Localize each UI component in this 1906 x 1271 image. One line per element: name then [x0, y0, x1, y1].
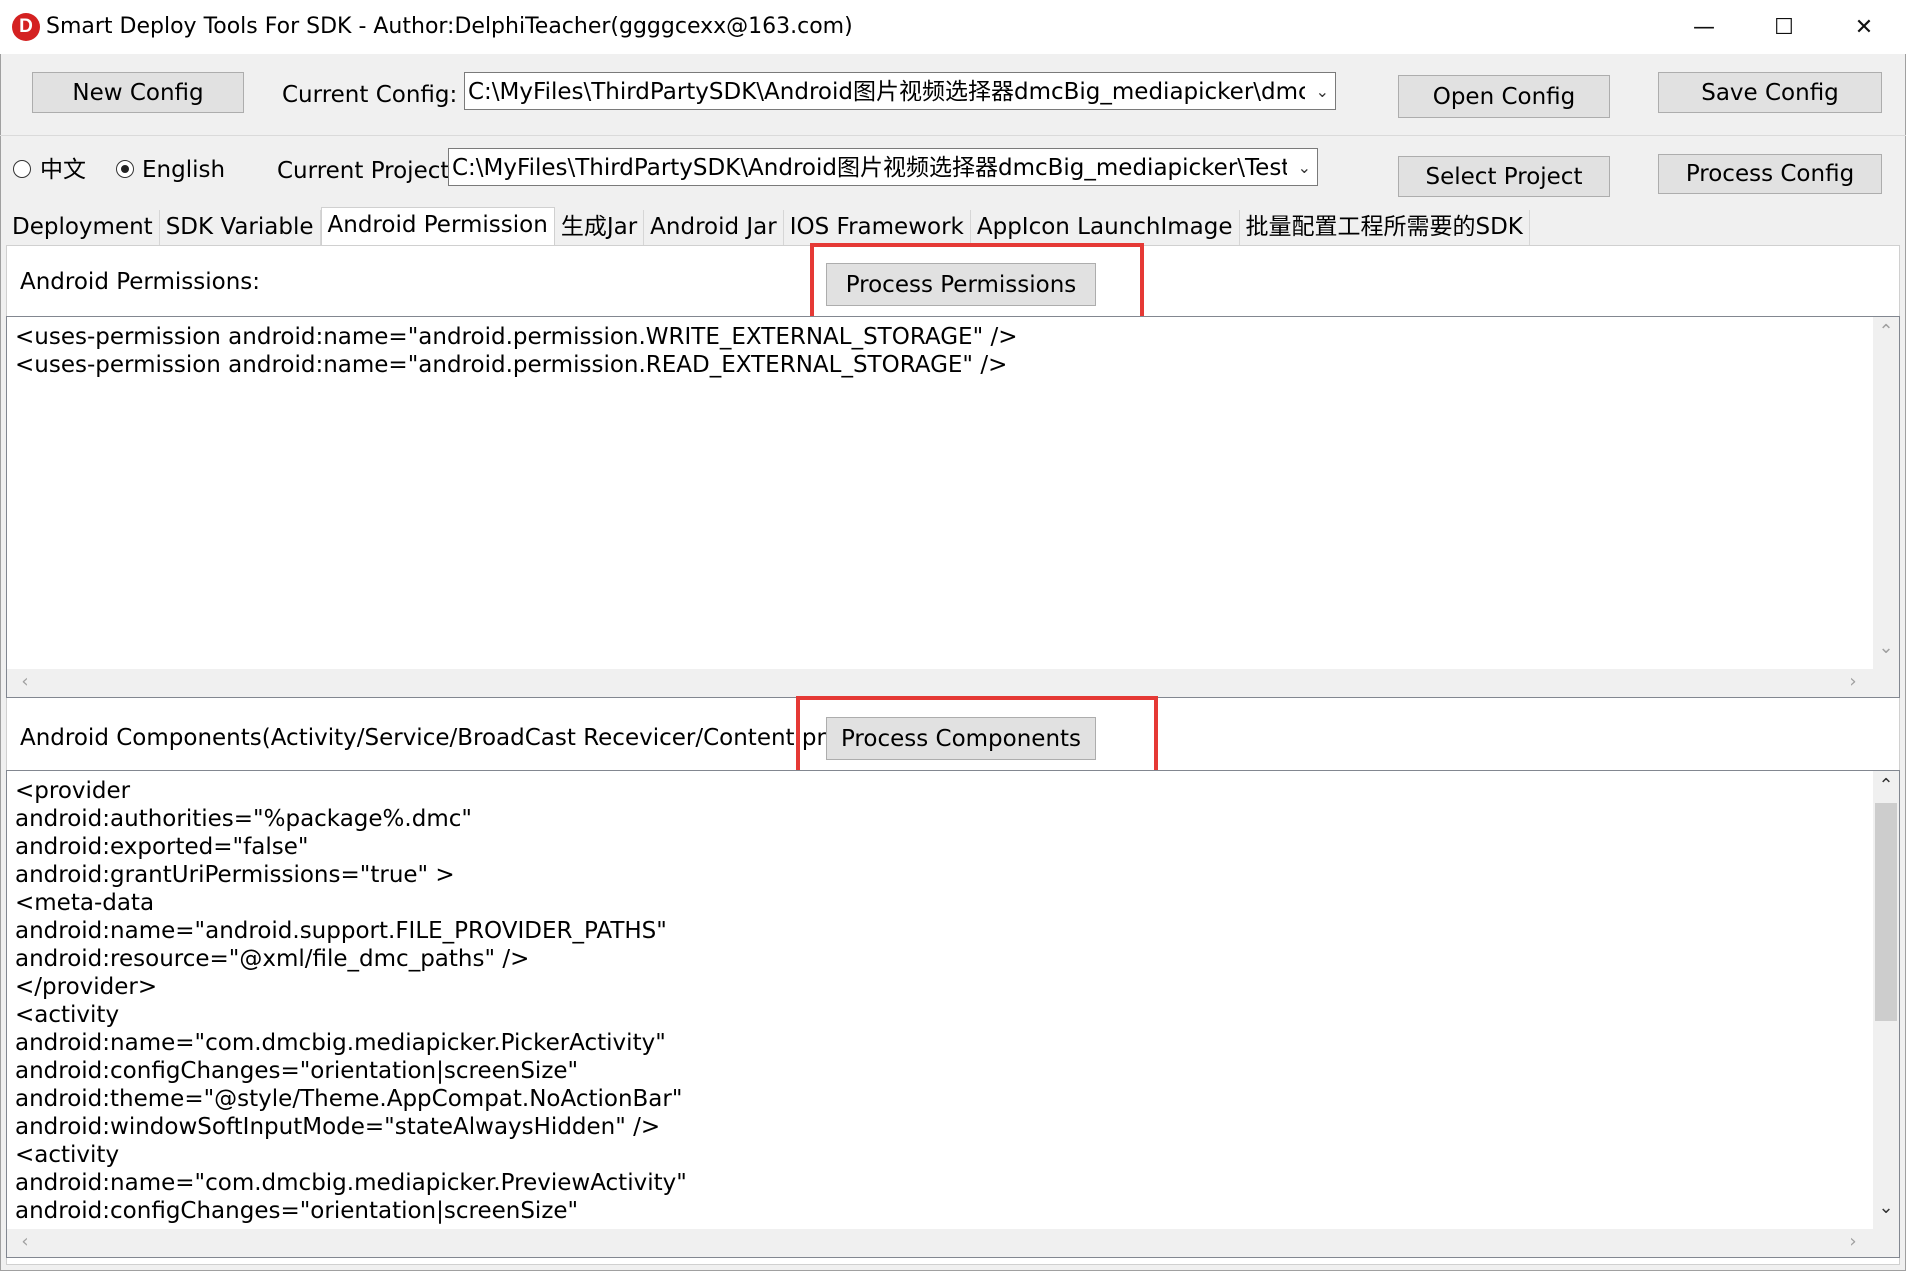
open-config-button[interactable]: Open Config — [1398, 75, 1610, 118]
components-label: Android Components(Activity/Service/Broa… — [20, 725, 907, 751]
tab-appicon-launchimage[interactable]: AppIcon LaunchImage — [971, 210, 1240, 245]
components-text: <provider android:authorities="%package%… — [15, 778, 687, 1224]
vertical-scrollbar[interactable]: ⌃ ⌄ — [1873, 771, 1899, 1229]
radio-chinese-label: 中文 — [40, 157, 86, 183]
scroll-left-icon[interactable]: ‹ — [13, 1231, 37, 1252]
scroll-up-icon[interactable]: ⌃ — [1874, 775, 1898, 796]
permissions-label: Android Permissions: — [20, 269, 261, 295]
tab-deployment[interactable]: Deployment — [6, 210, 160, 245]
save-config-button[interactable]: Save Config — [1658, 72, 1882, 113]
current-project-label: Current Project: — [277, 158, 458, 184]
tab-generate-jar[interactable]: 生成Jar — [555, 210, 645, 245]
horizontal-scrollbar[interactable]: ‹ › — [7, 669, 1899, 697]
new-config-button[interactable]: New Config — [32, 72, 244, 113]
process-config-button[interactable]: Process Config — [1658, 154, 1882, 194]
close-button[interactable]: ✕ — [1824, 0, 1904, 54]
window-title: Smart Deploy Tools For SDK - Author:Delp… — [46, 14, 853, 39]
highlight-box — [796, 696, 1158, 777]
scroll-up-icon[interactable]: ⌃ — [1874, 321, 1898, 342]
maximize-icon: ☐ — [1774, 14, 1794, 40]
tab-ios-framework[interactable]: IOS Framework — [784, 210, 971, 245]
tab-sdk-variable[interactable]: SDK Variable — [160, 210, 321, 245]
current-config-combo[interactable]: C:\MyFiles\ThirdPartySDK\Android图片视频选择器d… — [464, 72, 1336, 110]
scroll-right-icon[interactable]: › — [1841, 1231, 1865, 1252]
radio-english-label: English — [142, 157, 226, 183]
chevron-down-icon: ⌄ — [1297, 158, 1311, 177]
horizontal-scrollbar[interactable]: ‹ › — [7, 1229, 1899, 1257]
current-config-value: C:\MyFiles\ThirdPartySDK\Android图片视频选择器d… — [468, 79, 1305, 105]
vertical-scrollbar[interactable]: ⌃ ⌄ — [1873, 317, 1899, 669]
scroll-down-icon[interactable]: ⌄ — [1874, 1197, 1898, 1218]
scroll-down-icon[interactable]: ⌄ — [1874, 637, 1898, 658]
scroll-right-icon[interactable]: › — [1841, 671, 1865, 692]
close-icon: ✕ — [1854, 14, 1874, 40]
minimize-button[interactable]: — — [1664, 0, 1744, 54]
minimize-icon: — — [1693, 14, 1715, 40]
radio-chinese[interactable] — [13, 160, 31, 178]
tab-batch-sdk-config[interactable]: 批量配置工程所需要的SDK — [1240, 210, 1530, 245]
permissions-textarea[interactable]: <uses-permission android:name="android.p… — [6, 316, 1900, 698]
current-project-value: C:\MyFiles\ThirdPartySDK\Android图片视频选择器d… — [452, 155, 1287, 181]
tab-android-permission[interactable]: Android Permission — [320, 207, 555, 245]
radio-english[interactable] — [116, 160, 134, 178]
divider — [0, 135, 1906, 136]
components-textarea[interactable]: <provider android:authorities="%package%… — [6, 770, 1900, 1258]
scroll-left-icon[interactable]: ‹ — [13, 671, 37, 692]
app-logo-icon: D — [12, 13, 40, 41]
tab-strip: Deployment SDK Variable Android Permissi… — [6, 207, 1530, 245]
select-project-button[interactable]: Select Project — [1398, 156, 1610, 197]
current-project-combo[interactable]: C:\MyFiles\ThirdPartySDK\Android图片视频选择器d… — [448, 148, 1318, 186]
scrollbar-thumb[interactable] — [1875, 803, 1897, 1021]
permissions-text: <uses-permission android:name="android.p… — [15, 324, 1018, 378]
maximize-button[interactable]: ☐ — [1744, 0, 1824, 54]
current-config-label: Current Config: — [282, 82, 458, 108]
chevron-down-icon: ⌄ — [1315, 82, 1329, 101]
tab-android-jar[interactable]: Android Jar — [644, 210, 784, 245]
